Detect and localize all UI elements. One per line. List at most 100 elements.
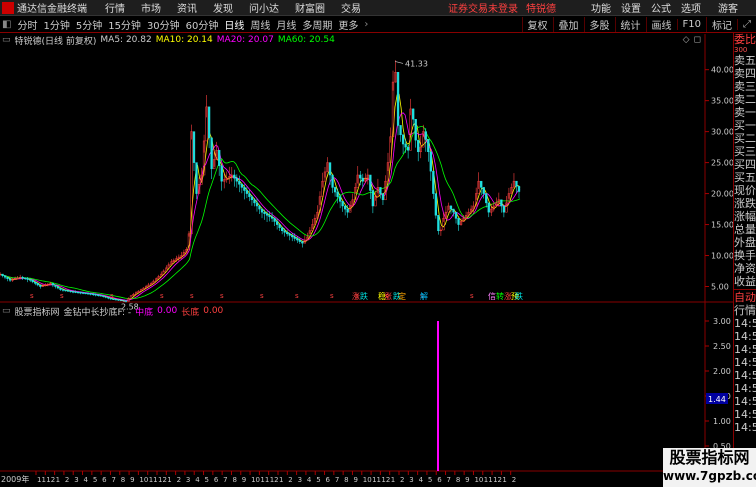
candle-body (344, 205, 347, 210)
ind-ytick-label: 3.00 (713, 317, 731, 326)
expand-box-icon[interactable]: ▭ (2, 306, 11, 316)
panel-divider (734, 289, 756, 290)
candle-body (94, 294, 97, 296)
menu-item-faxian[interactable]: 发现 (213, 0, 233, 15)
signal-marker: s (110, 292, 114, 300)
btn-diejia[interactable]: 叠加 (552, 16, 584, 32)
menu-item-jiaoyi[interactable]: 交易 (341, 0, 361, 15)
ytick-label: 40.00 (711, 66, 733, 75)
xtick-label: 9 (353, 476, 357, 484)
candle-body (255, 202, 259, 207)
event-tag: 转 (496, 291, 504, 301)
tab-5min[interactable]: 5分钟 (76, 17, 102, 32)
xtick-label: 10 (139, 476, 148, 484)
login-warning[interactable]: 证券交易未登录 (448, 0, 518, 15)
xtick-label: 6 (214, 476, 219, 484)
security-label: 特锐德(日线 前复权) (14, 36, 97, 47)
menu-item-gongneng[interactable]: 功能 (591, 0, 611, 15)
menu-item-xuanxiang[interactable]: 选项 (681, 0, 701, 15)
candle-body (432, 170, 435, 194)
price-small: 300 (734, 46, 748, 54)
xtick-label: 12 (46, 476, 55, 484)
tab-1min[interactable]: 1分钟 (43, 17, 69, 32)
ma-line (0, 93, 521, 301)
close-pane-icon[interactable]: ◻ (694, 35, 701, 45)
candle-body (89, 293, 92, 295)
xaxis-year-label: 2009年 (1, 474, 29, 484)
candle-body (107, 297, 110, 299)
xtick-label: 4 (84, 476, 89, 484)
event-tag: 跌 (360, 291, 368, 301)
tick-time: 14:5 (734, 369, 756, 382)
quote-label: 总量 (734, 223, 756, 236)
auto-label[interactable]: 自动 (734, 291, 756, 304)
site-watermark: 股票指标网 www.7gpzb.com (663, 448, 756, 487)
tab-more[interactable]: 更多 (338, 17, 358, 32)
candle-body (71, 291, 75, 293)
xtick-label: 7 (335, 476, 339, 484)
candle-body (87, 293, 90, 295)
menu-item-caifuquan[interactable]: 财富圈 (295, 0, 325, 15)
ma60-label: MA60: 20.54 (277, 35, 335, 45)
xtick-label: 8 (456, 476, 460, 484)
candle-body (449, 205, 453, 210)
moving-average-lines (0, 93, 521, 301)
indicator-source[interactable]: 股票指标网 (15, 305, 60, 318)
candle-body (263, 211, 266, 214)
guest-label[interactable]: 游客 (718, 0, 738, 15)
quote-label: 现价 (734, 184, 756, 197)
price-annotations: 41.332.58 (118, 59, 428, 312)
signal-marker: s (60, 292, 64, 300)
tab-fenshi[interactable]: 分时 (17, 17, 37, 32)
candle-body (401, 134, 405, 145)
event-tag: 信 (488, 291, 496, 301)
candle-body (371, 190, 375, 207)
tab-weekly[interactable]: 周线 (250, 17, 270, 32)
tab-30min[interactable]: 30分钟 (147, 17, 180, 32)
menu-item-shichang[interactable]: 市场 (141, 0, 161, 15)
candle-body (369, 174, 372, 191)
xtick-label: 2 (400, 476, 404, 484)
ytick-label: 5.00 (711, 283, 729, 292)
xtick-label: 1 (56, 476, 60, 484)
menu-item-hangqing[interactable]: 行情 (105, 0, 125, 15)
menu-item-shezhi[interactable]: 设置 (621, 0, 641, 15)
menu-item-zixun[interactable]: 资讯 (177, 0, 197, 15)
btn-fuquan[interactable]: 复权 (521, 16, 553, 32)
candle-body (243, 187, 246, 191)
btn-tongji[interactable]: 统计 (614, 16, 646, 32)
expand-box-icon[interactable]: ▭ (2, 35, 11, 45)
candle-body (333, 187, 337, 193)
candle-body (220, 165, 223, 182)
btn-biaoji[interactable]: 标记 (706, 16, 737, 32)
collapse-icon[interactable]: ◇ (683, 35, 690, 45)
menu-item-wenxiaoda[interactable]: 问小达 (249, 0, 279, 15)
btn-duogu[interactable]: 多股 (583, 16, 615, 32)
candle-body (379, 187, 382, 194)
tab-daily[interactable]: 日线 (224, 17, 244, 32)
xtick-label: 6 (437, 476, 442, 484)
xtick-label: 12 (381, 476, 390, 484)
xtick-label: 1 (279, 476, 283, 484)
chart-canvas[interactable]: 41.332.58 s s s s s s s s s s s s s涨跌涨跌稳定解信转涨预跌 40.0… (0, 34, 733, 487)
candle-body (515, 180, 518, 187)
tab-monthly[interactable]: 月线 (276, 17, 296, 32)
xtick-label: 10 (474, 476, 483, 484)
tick-time: 14:5 (734, 343, 756, 356)
layout-icon[interactable]: ◧ (2, 19, 11, 30)
btn-f10[interactable]: F10 (676, 18, 706, 30)
chevron-right-icon[interactable]: › (364, 19, 368, 30)
candle-body (270, 216, 274, 219)
xtick-label: 2 (288, 476, 292, 484)
candle-body (298, 239, 301, 242)
tab-15min[interactable]: 15分钟 (108, 17, 141, 32)
btn-huaxian[interactable]: 画线 (645, 16, 677, 32)
candle-body (480, 180, 483, 188)
expand-icon[interactable]: ⤢ (737, 18, 756, 30)
menu-item-gongshi[interactable]: 公式 (651, 0, 671, 15)
quote-label: 卖三 (734, 80, 756, 93)
tab-multi-period[interactable]: 多周期 (302, 17, 332, 32)
tab-60min[interactable]: 60分钟 (186, 17, 219, 32)
candle-body (114, 298, 118, 301)
watermark-line2: www.7gpzb.com (663, 469, 756, 483)
